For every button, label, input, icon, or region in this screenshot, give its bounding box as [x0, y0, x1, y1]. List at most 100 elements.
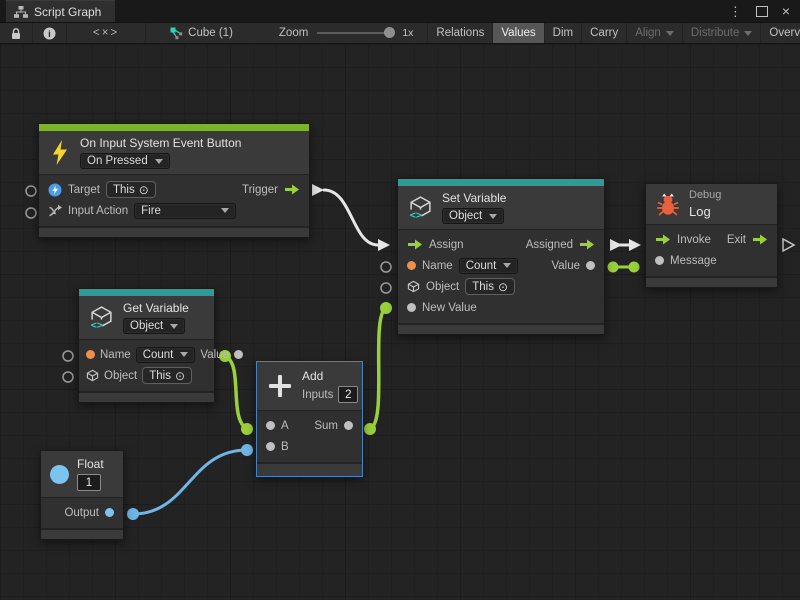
- row-b: B: [257, 436, 362, 457]
- exit-flow-port[interactable]: [752, 234, 768, 245]
- variable-kind-dropdown[interactable]: Object: [123, 318, 185, 334]
- variable-accent-strip: [79, 289, 214, 296]
- name-port[interactable]: [407, 261, 416, 270]
- assign-flow-port[interactable]: [407, 239, 423, 250]
- graph-breadcrumb[interactable]: Cube (1): [162, 23, 241, 43]
- port-setvar-object[interactable]: [381, 283, 391, 293]
- trigger-flow-port[interactable]: [284, 184, 300, 195]
- graph-canvas[interactable]: On Input System Event Button On Pressed …: [0, 44, 800, 600]
- invoke-flow-port[interactable]: [655, 234, 671, 245]
- object-field[interactable]: This ⊙: [142, 367, 192, 384]
- zoom-label: Zoom: [279, 27, 308, 39]
- wire-trigger-assign[interactable]: [324, 190, 378, 245]
- svg-text:<>: <>: [91, 319, 104, 330]
- lock-button[interactable]: [0, 23, 33, 43]
- port-event-target[interactable]: [26, 186, 36, 196]
- zoom-control: Zoom 1x: [271, 23, 422, 43]
- chevron-down-icon: [180, 352, 188, 357]
- node-category: Debug: [689, 189, 721, 201]
- zoom-slider-handle[interactable]: [384, 27, 395, 38]
- chevron-down-icon: [155, 159, 163, 164]
- chevron-down-icon: [503, 263, 511, 268]
- zoom-slider[interactable]: [317, 32, 393, 34]
- dim-button[interactable]: Dim: [545, 23, 582, 43]
- node-footer: [257, 462, 362, 476]
- assigned-flow-port[interactable]: [579, 239, 595, 250]
- sum-port[interactable]: [344, 421, 353, 430]
- tab-script-graph[interactable]: Script Graph: [6, 0, 115, 22]
- values-button[interactable]: Values: [493, 23, 544, 43]
- cube-icon: [86, 369, 99, 382]
- new-value-port[interactable]: [407, 303, 416, 312]
- node-title: Float: [77, 457, 104, 471]
- object-picker-icon: ⊙: [175, 370, 185, 382]
- object-field[interactable]: This ⊙: [465, 278, 515, 295]
- wire-end-assign[interactable]: [378, 239, 390, 251]
- event-mode-dropdown[interactable]: On Pressed: [80, 153, 170, 169]
- port-setvar-name[interactable]: [381, 262, 391, 272]
- tab-title: Script Graph: [34, 5, 101, 19]
- variable-kind-dropdown[interactable]: Object: [442, 208, 504, 224]
- node-footer: [79, 391, 214, 402]
- carry-button[interactable]: Carry: [582, 23, 627, 43]
- wire-end-b[interactable]: [241, 444, 253, 456]
- name-port[interactable]: [86, 350, 95, 359]
- window-menu-icon[interactable]: ⋮: [729, 5, 742, 18]
- node-get-variable[interactable]: <> Get Variable Object Name Count Value: [78, 288, 215, 403]
- name-dropdown[interactable]: Count: [136, 347, 196, 363]
- a-port[interactable]: [266, 421, 275, 430]
- value-port[interactable]: [234, 350, 243, 359]
- inputs-count-field[interactable]: 2: [338, 386, 358, 403]
- node-on-input-system-event-button[interactable]: On Input System Event Button On Pressed …: [38, 123, 310, 238]
- wire-getvalue-a[interactable]: [225, 356, 247, 429]
- wire-start-trigger[interactable]: [312, 184, 324, 196]
- wire-sum-newvalue[interactable]: [370, 308, 386, 429]
- node-debug-log[interactable]: Debug Log Invoke Exit Message: [645, 183, 778, 288]
- b-port[interactable]: [266, 442, 275, 451]
- wire-end-a[interactable]: [241, 423, 253, 435]
- info-button[interactable]: i: [33, 23, 67, 43]
- value-port[interactable]: [586, 261, 595, 270]
- row-input-action: Input Action Fire: [39, 200, 309, 221]
- svg-text:<>: <>: [410, 209, 423, 220]
- distribute-button[interactable]: Distribute: [683, 23, 762, 43]
- chevron-down-icon: [666, 31, 674, 36]
- node-footer: [39, 226, 309, 237]
- close-icon[interactable]: ×: [782, 4, 790, 18]
- code-preview-button[interactable]: <×>: [67, 23, 146, 43]
- wire-end-message[interactable]: [629, 262, 640, 273]
- lightning-bolt-icon: [49, 139, 71, 166]
- wire-end-newvalue[interactable]: [380, 302, 392, 314]
- wire-start-float-output[interactable]: [127, 508, 139, 520]
- wire-float-b[interactable]: [133, 450, 247, 514]
- variable-accent-strip: [398, 179, 604, 186]
- row-object: Object This ⊙: [398, 276, 604, 297]
- node-float[interactable]: Float 1 Output: [40, 450, 124, 540]
- port-event-input-action[interactable]: [26, 208, 36, 218]
- input-action-dropdown[interactable]: Fire: [134, 203, 236, 219]
- wire-start-sum[interactable]: [364, 423, 376, 435]
- relations-button[interactable]: Relations: [427, 23, 493, 43]
- port-log-exit[interactable]: [783, 239, 794, 251]
- node-title: On Input System Event Button: [80, 136, 241, 150]
- port-getvar-object[interactable]: [63, 372, 73, 382]
- overview-button[interactable]: Overview: [761, 23, 800, 43]
- wire-end-invoke[interactable]: [629, 239, 641, 251]
- wire-start-value[interactable]: [608, 262, 619, 273]
- target-object-field[interactable]: This ⊙: [106, 181, 156, 198]
- node-footer: [41, 528, 123, 539]
- port-getvar-name[interactable]: [63, 351, 73, 361]
- node-add[interactable]: Add Inputs 2 A Sum B: [256, 361, 363, 477]
- row-message: Message: [646, 250, 777, 271]
- cube-icon: [407, 280, 420, 293]
- maximize-icon[interactable]: [756, 6, 768, 17]
- name-dropdown[interactable]: Count: [459, 258, 519, 274]
- row-invoke: Invoke Exit: [646, 229, 777, 250]
- float-value-field[interactable]: 1: [77, 474, 101, 491]
- node-set-variable[interactable]: <> Set Variable Object Assign Assigned: [397, 178, 605, 335]
- output-port[interactable]: [105, 508, 114, 517]
- align-button[interactable]: Align: [627, 23, 683, 43]
- node-footer: [398, 323, 604, 334]
- event-accent-strip: [39, 124, 309, 131]
- message-port[interactable]: [655, 256, 664, 265]
